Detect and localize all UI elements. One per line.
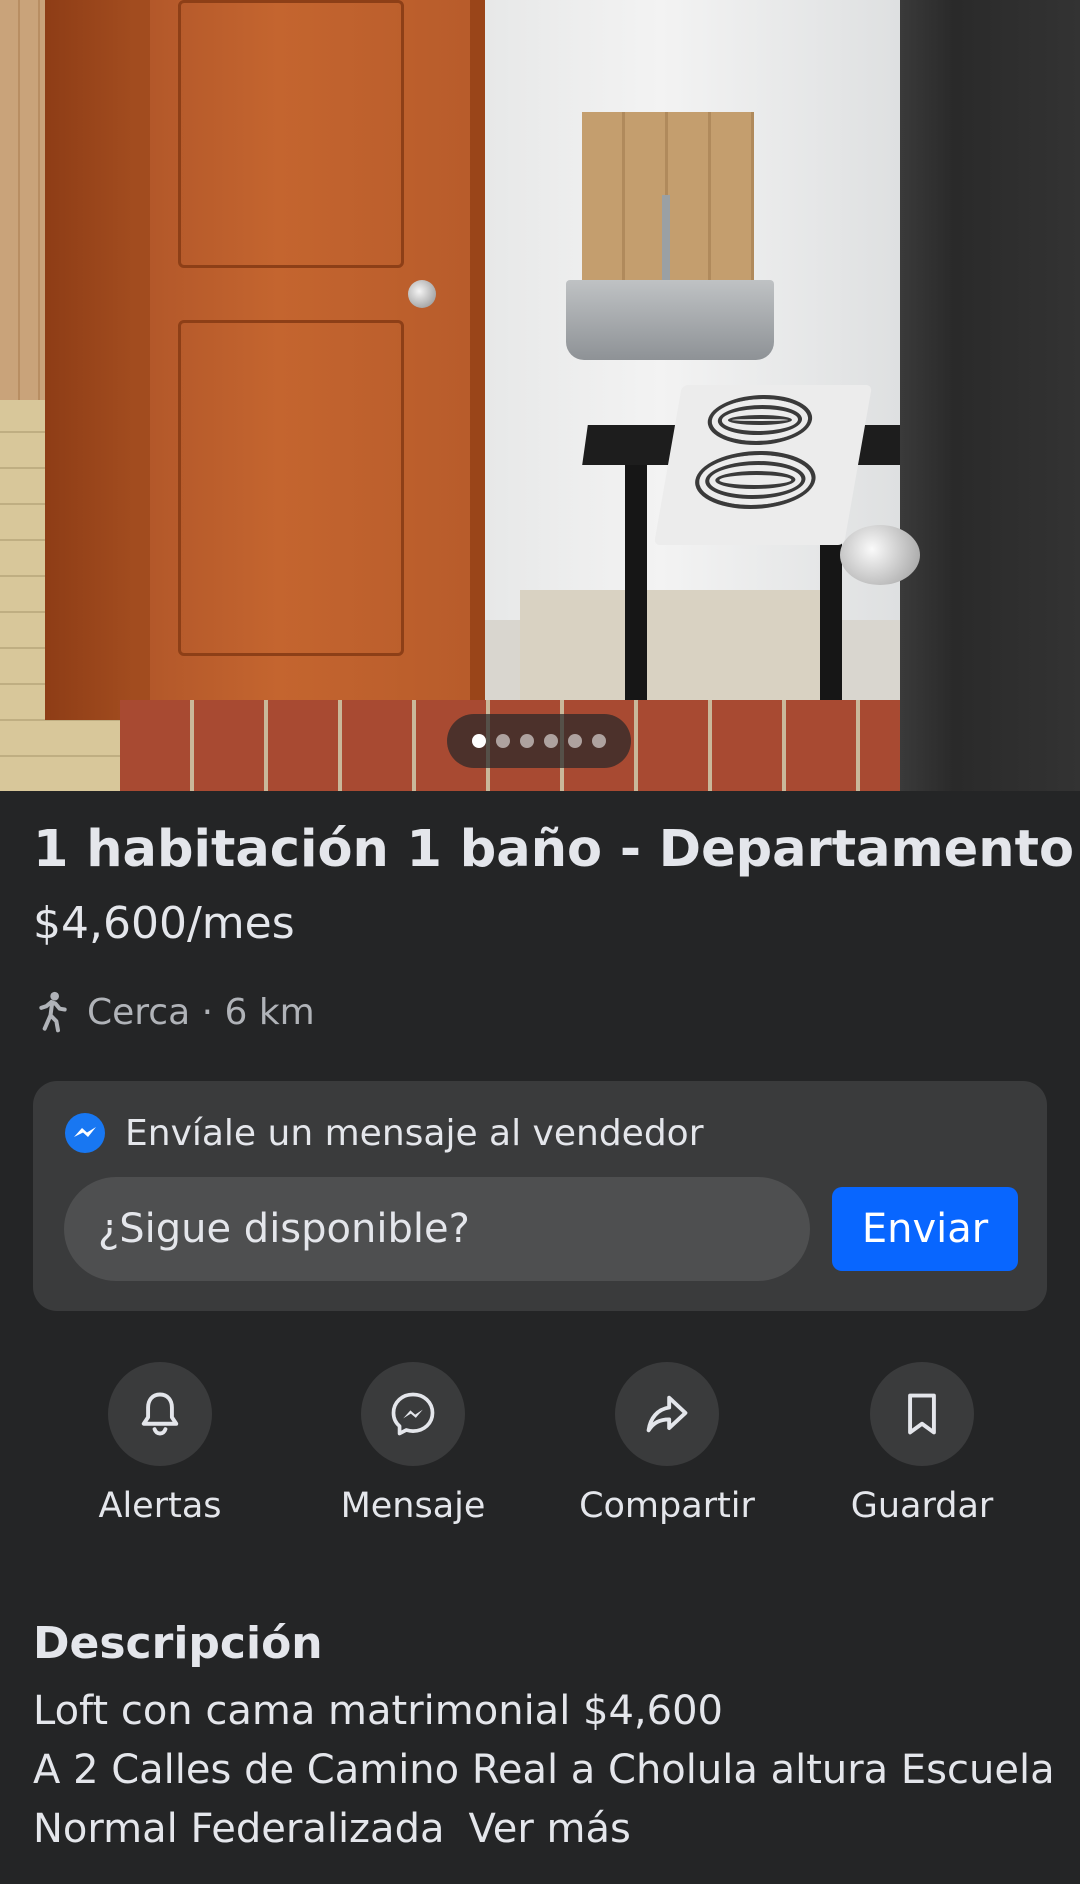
listing-photo[interactable]: [0, 0, 1080, 791]
photo-door: [150, 0, 470, 705]
photo-door-panel: [178, 0, 404, 268]
photo-stove: [653, 385, 873, 545]
message-card-heading: Envíale un mensaje al vendedor: [125, 1112, 704, 1154]
messenger-icon: [391, 1392, 435, 1436]
message-card-header: Envíale un mensaje al vendedor: [63, 1111, 704, 1155]
photo-door-right-knob: [840, 525, 920, 585]
alerts-button-circle[interactable]: [108, 1362, 212, 1466]
photo-burner: [690, 451, 821, 509]
gallery-dot[interactable]: [544, 734, 558, 748]
message-input[interactable]: ¿Sigue disponible?: [64, 1177, 810, 1281]
send-button[interactable]: Enviar: [832, 1187, 1018, 1271]
gallery-dot[interactable]: [472, 734, 486, 748]
description-line: Loft con cama matrimonial $4,600: [33, 1688, 723, 1734]
share-label: Compartir: [579, 1486, 755, 1526]
description-line: A 2 Calles de Camino Real a Cholula altu…: [33, 1747, 1055, 1793]
listing-title: 1 habitación 1 baño - Departamento: [33, 820, 1074, 879]
photo-sink: [566, 280, 774, 360]
description-line: Normal Federalizada: [33, 1806, 445, 1852]
walking-person-icon: [39, 991, 67, 1033]
description-heading: Descripción: [33, 1618, 323, 1669]
gallery-pagination[interactable]: [447, 714, 631, 768]
share-button[interactable]: Compartir: [547, 1362, 787, 1526]
description-last-line: Normal Federalizada Ver más: [33, 1806, 631, 1852]
action-bar: Alertas Mensaje Compartir Guardar: [0, 1362, 1080, 1532]
photo-door-right: [900, 0, 1080, 791]
share-button-circle[interactable]: [615, 1362, 719, 1466]
save-button-circle[interactable]: [870, 1362, 974, 1466]
photo-faucet: [662, 195, 670, 283]
save-label: Guardar: [850, 1486, 994, 1526]
message-button[interactable]: Mensaje: [293, 1362, 533, 1526]
message-button-circle[interactable]: [361, 1362, 465, 1466]
listing-price: $4,600/mes: [33, 898, 295, 949]
alerts-button[interactable]: Alertas: [40, 1362, 280, 1526]
listing-location: Cerca · 6 km: [33, 990, 315, 1034]
photo-burner: [703, 395, 817, 445]
bookmark-icon: [908, 1393, 936, 1435]
messenger-icon: [65, 1113, 105, 1153]
message-label: Mensaje: [340, 1486, 486, 1526]
bell-icon: [141, 1392, 179, 1436]
see-more-link[interactable]: Ver más: [468, 1806, 630, 1852]
photo-door-panel: [178, 320, 404, 656]
message-seller-card: Envíale un mensaje al vendedor ¿Sigue di…: [33, 1081, 1047, 1311]
location-text: Cerca · 6 km: [87, 991, 315, 1033]
gallery-dot[interactable]: [568, 734, 582, 748]
gallery-dot[interactable]: [496, 734, 510, 748]
save-button[interactable]: Guardar: [802, 1362, 1042, 1526]
gallery-dot[interactable]: [592, 734, 606, 748]
photo-door-knob: [408, 280, 436, 308]
share-icon: [646, 1395, 688, 1433]
alerts-label: Alertas: [98, 1486, 222, 1526]
gallery-dot[interactable]: [520, 734, 534, 748]
